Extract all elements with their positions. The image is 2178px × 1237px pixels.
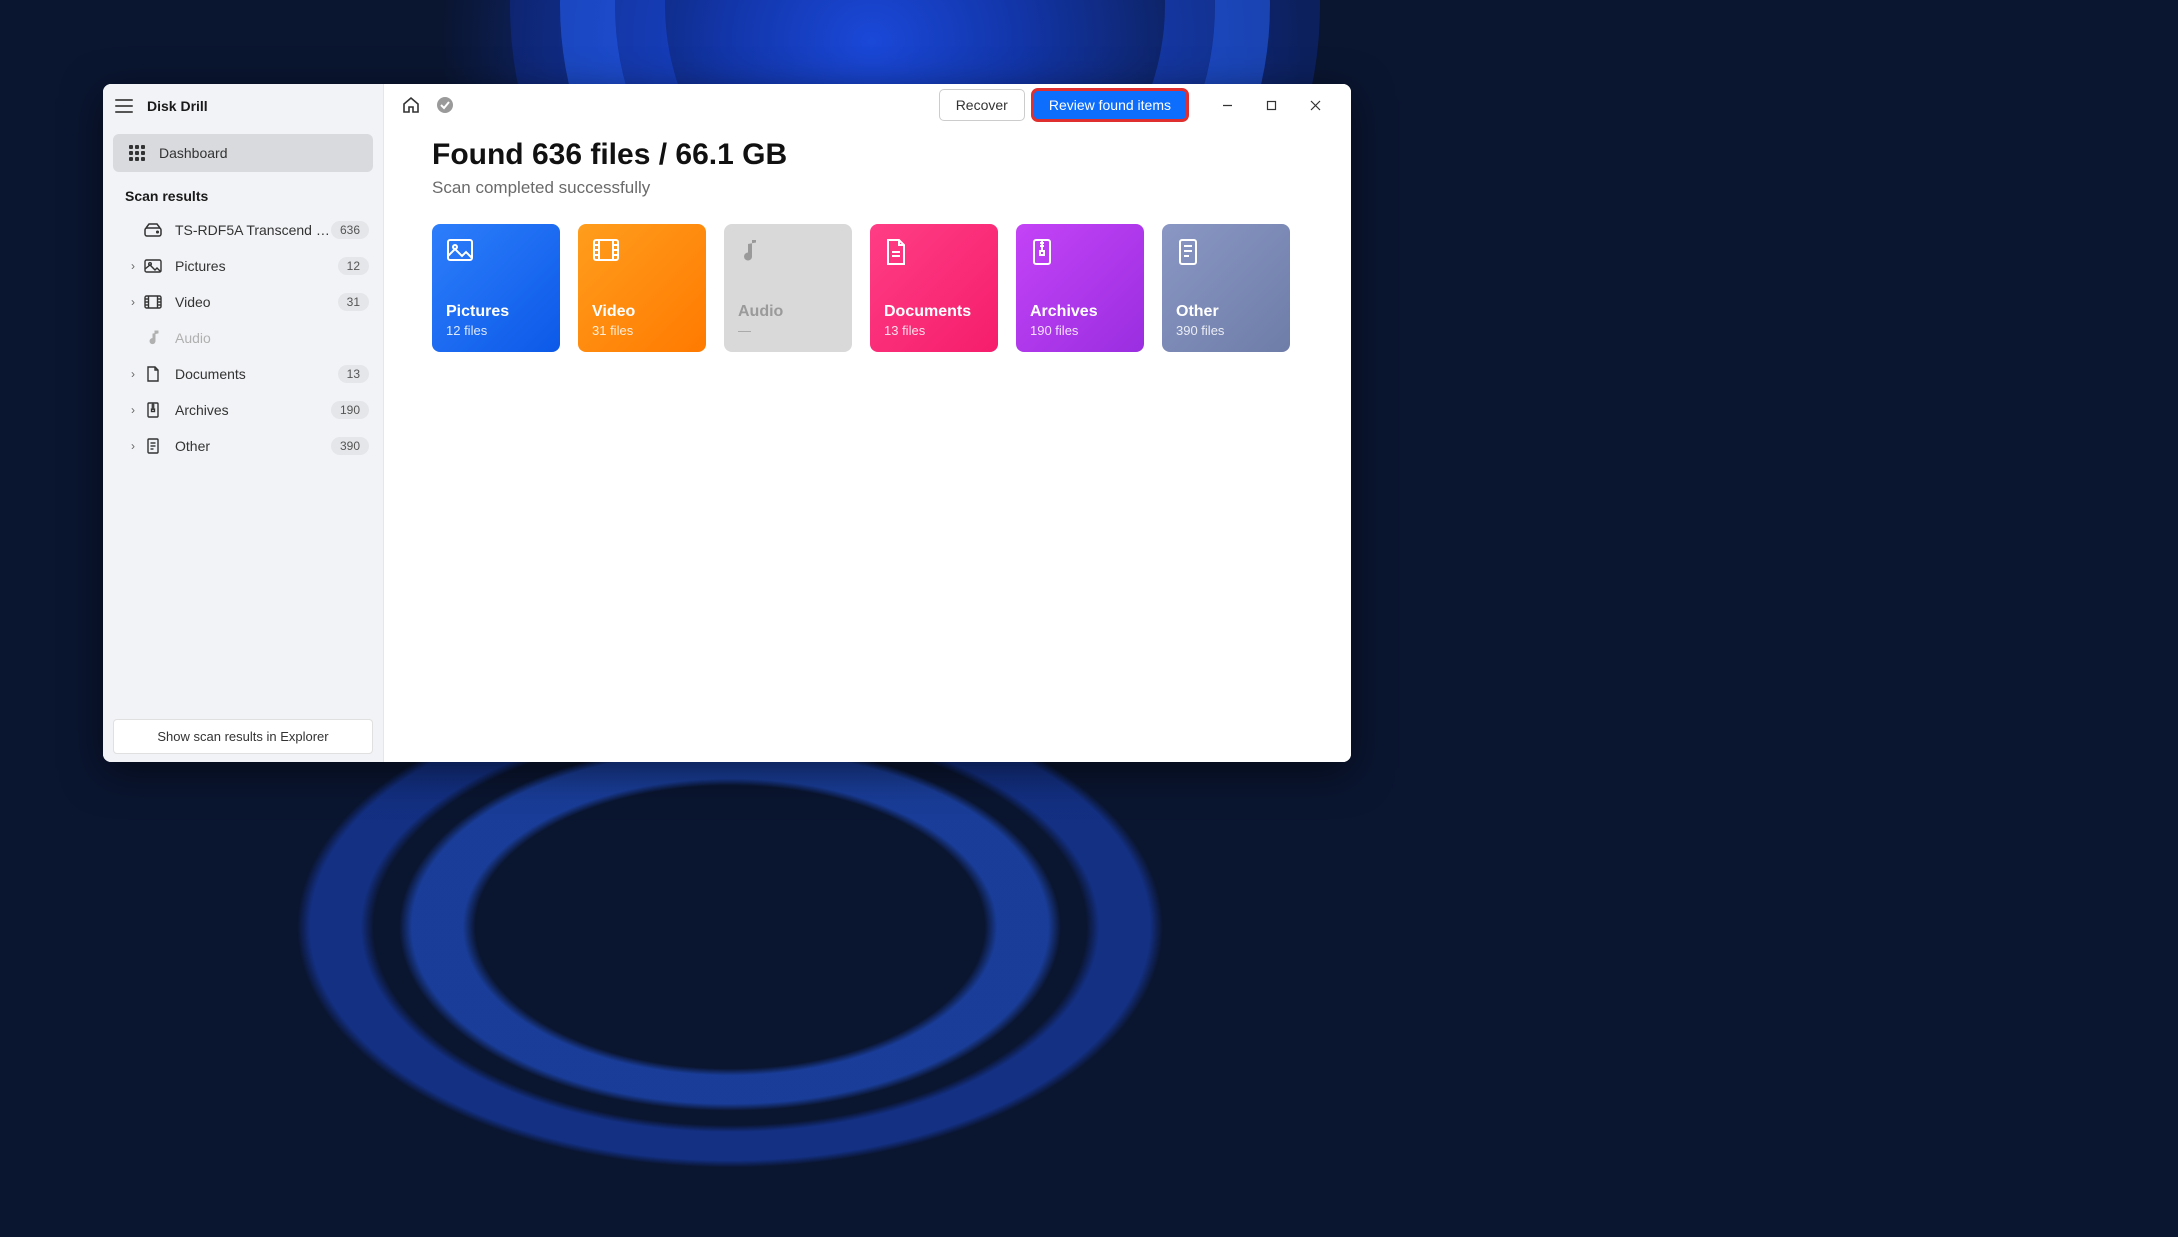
dashboard-button[interactable]: Dashboard (113, 134, 373, 172)
card-title: Video (592, 303, 692, 321)
topbar: Recover Review found items (384, 84, 1351, 126)
documents-icon (143, 365, 163, 383)
audio-icon (143, 329, 163, 347)
card-title: Documents (884, 303, 984, 321)
card-count: 31 files (592, 323, 692, 338)
pictures-icon (446, 238, 474, 266)
category-cards: Pictures 12 files Video 31 files Audio — (432, 224, 1303, 352)
drive-icon (143, 221, 163, 239)
tree-label: Other (175, 438, 331, 454)
card-title: Audio (738, 303, 838, 321)
minimize-button[interactable] (1205, 90, 1249, 120)
scan-results-label: Scan results (103, 178, 383, 212)
show-in-explorer-button[interactable]: Show scan results in Explorer (113, 719, 373, 754)
sidebar-item-archives[interactable]: › Archives 190 (103, 392, 383, 428)
sidebar-header: Disk Drill (103, 84, 383, 128)
card-video[interactable]: Video 31 files (578, 224, 706, 352)
count-badge: 31 (338, 293, 369, 311)
tree-label: Documents (175, 366, 338, 382)
card-title: Pictures (446, 303, 546, 321)
other-icon (143, 437, 163, 455)
headline: Found 636 files / 66.1 GB (432, 138, 1303, 172)
card-other[interactable]: Other 390 files (1162, 224, 1290, 352)
card-audio[interactable]: Audio — (724, 224, 852, 352)
card-title: Other (1176, 303, 1276, 321)
count-badge: 390 (331, 437, 369, 455)
archives-icon (1030, 238, 1058, 266)
video-icon (143, 293, 163, 311)
sidebar-item-pictures[interactable]: › Pictures 12 (103, 248, 383, 284)
sidebar: Disk Drill Dashboard Scan results TS-RDF… (103, 84, 384, 762)
hamburger-icon[interactable] (115, 99, 133, 113)
sidebar-item-other[interactable]: › Other 390 (103, 428, 383, 464)
card-count: 12 files (446, 323, 546, 338)
chevron-right-icon: › (125, 439, 141, 453)
card-count: 190 files (1030, 323, 1130, 338)
grid-icon (129, 145, 145, 161)
documents-icon (884, 238, 912, 266)
maximize-button[interactable] (1249, 90, 1293, 120)
card-archives[interactable]: Archives 190 files (1016, 224, 1144, 352)
dashboard-label: Dashboard (159, 145, 228, 161)
card-pictures[interactable]: Pictures 12 files (432, 224, 560, 352)
audio-icon (738, 238, 766, 266)
sidebar-item-device[interactable]: TS-RDF5A Transcend US… 636 (103, 212, 383, 248)
device-count: 636 (331, 221, 369, 239)
sidebar-item-audio[interactable]: Audio (103, 320, 383, 356)
archives-icon (143, 401, 163, 419)
review-found-items-button[interactable]: Review found items (1033, 90, 1187, 120)
card-count: — (738, 323, 838, 338)
recover-button[interactable]: Recover (939, 89, 1025, 121)
chevron-right-icon: › (125, 367, 141, 381)
tree-label: Pictures (175, 258, 338, 274)
other-icon (1176, 238, 1204, 266)
sidebar-item-documents[interactable]: › Documents 13 (103, 356, 383, 392)
pictures-icon (143, 257, 163, 275)
card-title: Archives (1030, 303, 1130, 321)
count-badge: 13 (338, 365, 369, 383)
checkmark-badge-icon[interactable] (432, 92, 458, 118)
main-area: Recover Review found items Found 636 fil… (384, 84, 1351, 762)
chevron-right-icon: › (125, 259, 141, 273)
count-badge: 12 (338, 257, 369, 275)
device-label: TS-RDF5A Transcend US… (175, 222, 331, 238)
close-button[interactable] (1293, 90, 1337, 120)
tree-label: Audio (175, 330, 369, 346)
subhead: Scan completed successfully (432, 178, 1303, 198)
window-controls (1205, 90, 1337, 120)
card-documents[interactable]: Documents 13 files (870, 224, 998, 352)
app-window: Disk Drill Dashboard Scan results TS-RDF… (103, 84, 1351, 762)
card-count: 390 files (1176, 323, 1276, 338)
app-title: Disk Drill (147, 98, 208, 114)
card-count: 13 files (884, 323, 984, 338)
home-icon[interactable] (398, 92, 424, 118)
chevron-right-icon: › (125, 295, 141, 309)
count-badge: 190 (331, 401, 369, 419)
tree-label: Archives (175, 402, 331, 418)
video-icon (592, 238, 620, 266)
tree-label: Video (175, 294, 338, 310)
content: Found 636 files / 66.1 GB Scan completed… (384, 126, 1351, 364)
sidebar-item-video[interactable]: › Video 31 (103, 284, 383, 320)
chevron-right-icon: › (125, 403, 141, 417)
